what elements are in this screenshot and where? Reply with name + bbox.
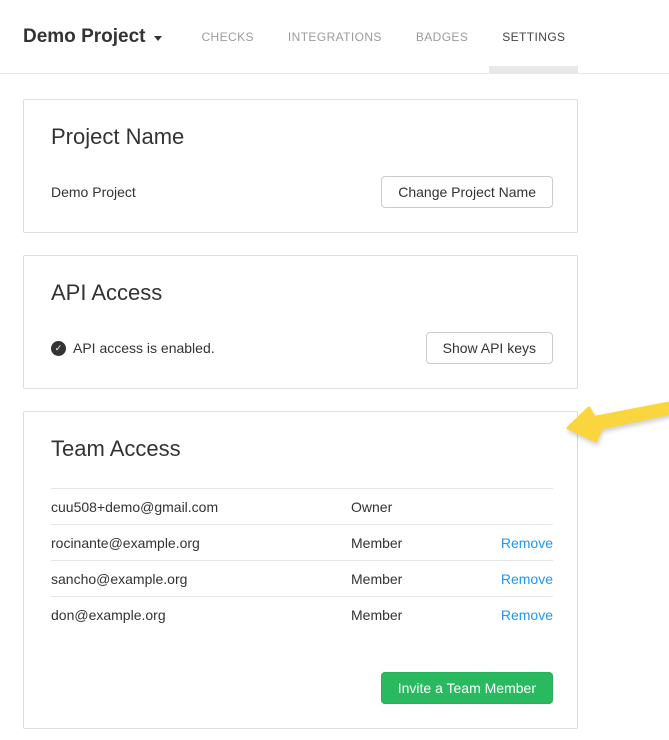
project-name-card: Project Name Demo Project Change Project…	[23, 99, 578, 233]
top-navbar: Demo Project CHECKS INTEGRATIONS BADGES …	[0, 0, 669, 74]
check-circle-icon: ✓	[51, 341, 66, 356]
remove-link[interactable]: Remove	[501, 571, 553, 587]
api-access-card-title: API Access	[51, 280, 553, 306]
settings-content: Project Name Demo Project Change Project…	[23, 99, 578, 729]
show-api-keys-button[interactable]: Show API keys	[426, 332, 553, 364]
member-role: Owner	[351, 489, 496, 525]
table-row: don@example.org Member Remove	[51, 597, 553, 633]
team-members-table: cuu508+demo@gmail.com Owner rocinante@ex…	[51, 488, 553, 632]
team-access-card-title: Team Access	[51, 436, 553, 462]
project-name-card-title: Project Name	[51, 124, 553, 150]
member-email: sancho@example.org	[51, 561, 351, 597]
project-dropdown-label: Demo Project	[23, 26, 145, 48]
main-nav: CHECKS INTEGRATIONS BADGES SETTINGS	[184, 0, 582, 73]
tab-settings[interactable]: SETTINGS	[489, 0, 578, 73]
member-email: rocinante@example.org	[51, 525, 351, 561]
chevron-down-icon	[154, 36, 162, 41]
invite-team-member-button[interactable]: Invite a Team Member	[381, 672, 553, 704]
project-name-value: Demo Project	[51, 184, 136, 200]
table-row: sancho@example.org Member Remove	[51, 561, 553, 597]
api-access-status-text: API access is enabled.	[73, 340, 215, 356]
member-email: cuu508+demo@gmail.com	[51, 489, 351, 525]
remove-link[interactable]: Remove	[501, 535, 553, 551]
table-row: cuu508+demo@gmail.com Owner	[51, 489, 553, 525]
api-access-status: ✓ API access is enabled.	[51, 340, 215, 356]
member-email: don@example.org	[51, 597, 351, 633]
tab-integrations[interactable]: INTEGRATIONS	[275, 0, 395, 73]
tab-checks[interactable]: CHECKS	[188, 0, 266, 73]
tab-badges[interactable]: BADGES	[403, 0, 481, 73]
change-project-name-button[interactable]: Change Project Name	[381, 176, 553, 208]
member-role: Member	[351, 561, 496, 597]
project-dropdown[interactable]: Demo Project	[23, 0, 162, 73]
team-members-table-body: cuu508+demo@gmail.com Owner rocinante@ex…	[51, 489, 553, 633]
api-access-card: API Access ✓ API access is enabled. Show…	[23, 255, 578, 389]
remove-link[interactable]: Remove	[501, 607, 553, 623]
team-access-card: Team Access cuu508+demo@gmail.com Owner …	[23, 411, 578, 729]
table-row: rocinante@example.org Member Remove	[51, 525, 553, 561]
member-role: Member	[351, 525, 496, 561]
member-role: Member	[351, 597, 496, 633]
